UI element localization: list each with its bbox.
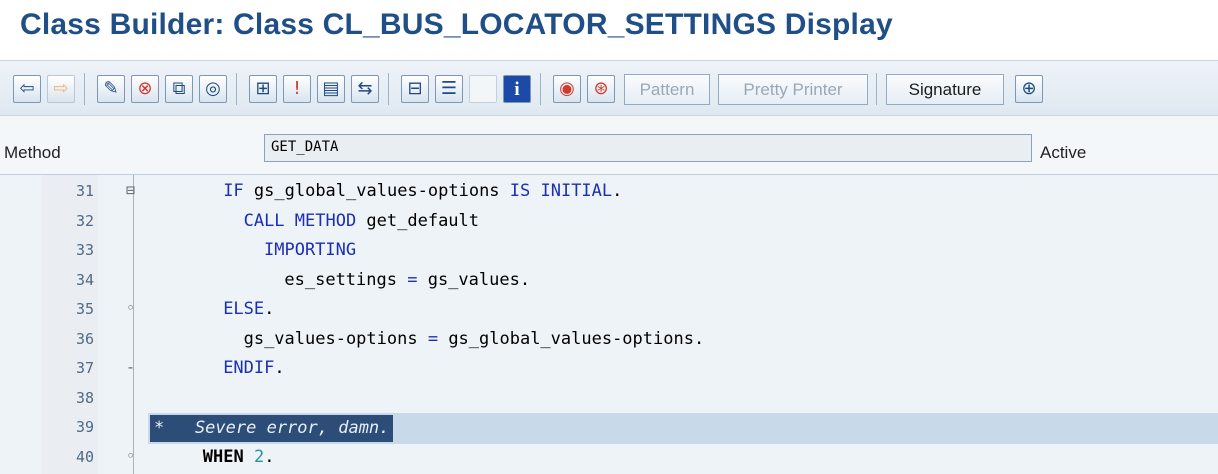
code-token-kw: ELSE (223, 299, 265, 319)
line-number: 36 (75, 329, 94, 348)
code-token: . (274, 358, 285, 378)
pattern-button[interactable]: Pattern (624, 74, 710, 105)
code-text: ELSE. (223, 299, 274, 319)
code-comment: * Severe error, damn. (150, 415, 394, 442)
line-number: 33 (75, 241, 94, 259)
code-token-kw: = (427, 328, 449, 349)
code-line[interactable]: 36 gs_values-options = gs_global_values-o… (0, 325, 1218, 356)
code-line[interactable]: 33 IMPORTING (0, 236, 1218, 267)
line-number: 39 (75, 418, 94, 436)
method-label: Method (4, 143, 61, 162)
toolbar-separator (236, 73, 237, 105)
code-token-kw: IF (223, 181, 254, 201)
code-token-kw: ENDIF (223, 358, 275, 378)
overflow-icon[interactable]: ⊕ (1012, 70, 1046, 108)
hierarchy-icon[interactable]: ⊞ (246, 70, 280, 108)
fold-marker-icon[interactable]: - (126, 358, 135, 376)
code-editor[interactable]: 31 ⊟ IF gs_global_values-options IS INITIA… (0, 174, 1218, 474)
pretty-printer-button[interactable]: Pretty Printer (718, 74, 868, 105)
fold-marker-icon[interactable]: ⊟ (126, 181, 135, 199)
code-token-kw: IMPORTING (264, 240, 357, 260)
toolbar-separator (388, 73, 389, 105)
list-icon[interactable]: ☰ (432, 70, 466, 108)
code-token: get_default (366, 210, 480, 231)
info-bar-icon[interactable]: ǃ (280, 70, 314, 108)
window-title: Class Builder: Class CL_BUS_LOCATOR_SETT… (20, 8, 893, 41)
code-line[interactable]: 34 es_settings = gs_values. (0, 266, 1218, 297)
toolbar-separator (84, 73, 85, 105)
method-name-field[interactable]: GET_DATA (264, 134, 1032, 162)
code-token-kw: CALL METHOD (243, 210, 367, 231)
debug-icon[interactable]: ⊛ (584, 70, 618, 108)
stop-icon[interactable]: ◉ (550, 70, 584, 108)
code-token-kw: = (407, 269, 428, 290)
line-number: 40 (75, 447, 94, 466)
line-number: 31 (75, 182, 94, 200)
code-token-kw: IS INITIAL (509, 181, 613, 201)
code-text: es_settings = gs_values. (284, 270, 530, 290)
code-token-kwb: WHEN (202, 446, 254, 467)
code-token: . (264, 446, 275, 467)
application-toolbar: ⇦ ⇨ ✎ ⊗ ⧉ ◎ ⊞ ǃ ▤ ⇆ ⊟ ☰ i ◉ ⊛ Pattern Pr… (0, 60, 1218, 116)
code-token-num: 2 (253, 446, 265, 467)
code-token: es_settings (284, 269, 408, 290)
code-text: WHEN 2. (203, 447, 275, 467)
toolbar-separator (876, 73, 877, 105)
code-token: gs_global_values-options (253, 181, 510, 201)
line-number: 38 (75, 388, 94, 407)
blank-icon (466, 70, 500, 108)
signature-button[interactable]: Signature (886, 74, 1004, 105)
code-line[interactable]: 39 * Severe error, damn. (0, 413, 1218, 444)
window-icon[interactable]: ▤ (314, 70, 348, 108)
fold-marker-icon[interactable]: ◦ (126, 447, 135, 465)
code-text: ENDIF. (223, 358, 284, 378)
code-line[interactable]: 38 (0, 384, 1218, 415)
method-header: Method GET_DATA Active (0, 116, 1218, 174)
code-line[interactable]: 31 ⊟ IF gs_global_values-options IS INITIA… (0, 177, 1218, 208)
code-token: gs_values. (427, 269, 531, 290)
forward-arrow-icon[interactable]: ⇨ (44, 70, 78, 108)
line-number: 35 (75, 300, 94, 318)
code-line[interactable]: 37 - ENDIF. (0, 354, 1218, 385)
back-arrow-icon[interactable]: ⇦ (10, 70, 44, 108)
method-status: Active (1040, 143, 1087, 162)
code-line[interactable]: 40 ◦ WHEN 2. (0, 443, 1218, 474)
spiral-icon[interactable]: ◎ (196, 70, 230, 108)
code-token: . (264, 299, 275, 319)
layout-icon[interactable]: ⊟ (398, 70, 432, 108)
line-number: 37 (75, 359, 94, 377)
edit-icon[interactable]: ✎ (94, 70, 128, 108)
code-line[interactable]: 35 ◦ ELSE. (0, 295, 1218, 326)
code-token: . (612, 181, 623, 201)
code-token: gs_values-options (243, 328, 428, 349)
code-text: CALL METHOD get_default (244, 211, 479, 231)
fold-marker-icon[interactable]: ◦ (126, 299, 135, 317)
code-text: gs_values-options = gs_global_values-opt… (244, 329, 705, 349)
code-token: gs_global_values-options. (448, 328, 705, 349)
check-icon[interactable]: ⊗ (128, 70, 162, 108)
code-line[interactable]: 32 CALL METHOD get_default (0, 207, 1218, 238)
line-number: 32 (75, 211, 94, 230)
code-text: IF gs_global_values-options IS INITIAL. (223, 181, 622, 201)
code-text: IMPORTING (264, 240, 356, 260)
copy-icon[interactable]: ⧉ (162, 70, 196, 108)
title-bar: Class Builder: Class CL_BUS_LOCATOR_SETT… (0, 0, 1218, 60)
tree-icon[interactable]: ⇆ (348, 70, 382, 108)
info-icon[interactable]: i (500, 70, 534, 108)
toolbar-separator (540, 73, 541, 105)
line-number: 34 (75, 270, 94, 289)
